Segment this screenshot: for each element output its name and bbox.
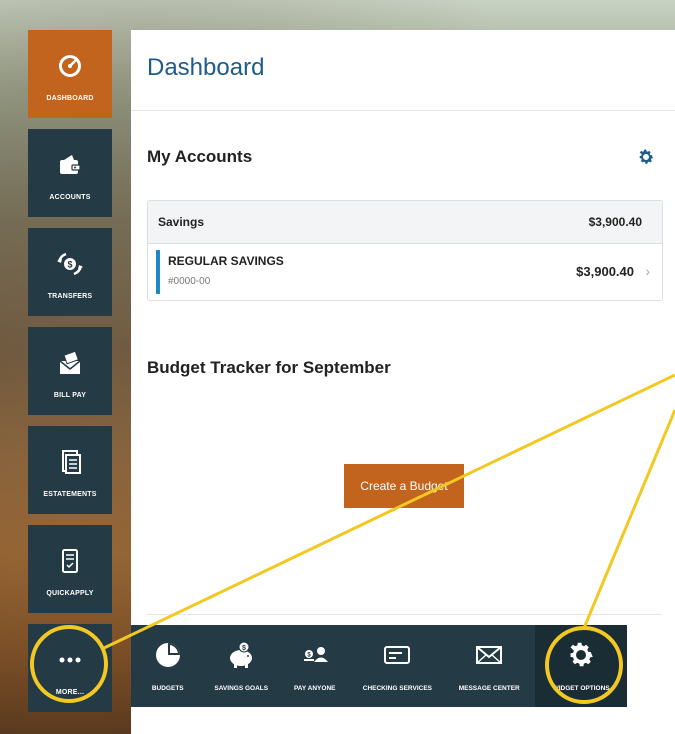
sidebar-item-quickapply[interactable]: QUICKAPPLY: [28, 525, 112, 613]
envelope-bill-icon: [56, 349, 84, 382]
toolbar-item-pay-anyone[interactable]: $ PAY ANYONE: [278, 625, 351, 707]
speedometer-icon: [56, 52, 84, 85]
check-card-icon: [382, 640, 412, 675]
accounts-table: Savings $3,900.40 REGULAR SAVINGS #0000-…: [147, 200, 663, 301]
toolbar-item-savings-goals[interactable]: $ SAVINGS GOALS: [204, 625, 277, 707]
toolbar-item-label: MESSAGE CENTER: [458, 685, 520, 692]
svg-text:$: $: [67, 260, 72, 270]
wallet-icon: [56, 151, 84, 184]
sidebar-item-label: ACCOUNTS: [49, 194, 91, 201]
account-number: #0000-00: [168, 276, 211, 287]
page-title: Dashboard: [147, 54, 265, 81]
budget-tracker-title: Budget Tracker for September: [147, 358, 391, 377]
sidebar-item-label: MORE...: [55, 689, 85, 696]
more-toolbar: BUDGETS $ SAVINGS GOALS $ PAY ANYONE CHE…: [131, 625, 628, 707]
toolbar-item-label: CHECKING SERVICES: [362, 685, 432, 692]
sidebar-item-label: BILL PAY: [53, 392, 87, 399]
toolbar-item-budgets[interactable]: BUDGETS: [131, 625, 204, 707]
page-header: Dashboard: [131, 30, 675, 111]
pie-chart-icon: [153, 640, 183, 675]
toolbar-item-widget-options[interactable]: WIDGET OPTIONS: [535, 625, 628, 707]
toolbar-item-checking-services[interactable]: CHECKING SERVICES: [351, 625, 443, 707]
sidebar-item-label: TRANSFERS: [47, 293, 93, 300]
mail-icon: [474, 640, 504, 675]
sidebar-item-transfers[interactable]: $ TRANSFERS: [28, 228, 112, 316]
tablet-check-icon: [56, 547, 84, 580]
account-balance: $3,900.40: [576, 264, 634, 279]
sidebar-item-more[interactable]: MORE...: [28, 624, 112, 712]
toolbar-item-label: WIDGET OPTIONS: [552, 685, 610, 692]
sidebar-item-dashboard[interactable]: DASHBOARD: [28, 30, 112, 118]
sidebar-item-label: DASHBOARD: [46, 95, 94, 102]
document-icon: [56, 448, 84, 481]
create-budget-button[interactable]: Create a Budget: [344, 464, 464, 508]
chevron-right-icon: ›: [645, 263, 650, 279]
toolbar-item-label: SAVINGS GOALS: [214, 685, 269, 692]
pay-person-icon: $: [300, 640, 330, 675]
piggy-bank-icon: $: [226, 640, 256, 675]
account-name: REGULAR SAVINGS: [168, 254, 284, 268]
gear-icon: [566, 640, 596, 675]
account-group-header[interactable]: Savings $3,900.40: [148, 201, 662, 244]
sidebar: DASHBOARD ACCOUNTS $ TRANSFERS BILL PAY …: [0, 0, 140, 734]
more-dots-icon: [56, 646, 84, 679]
sidebar-item-label: ESTATEMENTS: [43, 491, 97, 498]
divider: [147, 614, 661, 615]
account-group-total: $3,900.40: [588, 215, 642, 229]
sidebar-item-label: QUICKAPPLY: [46, 590, 94, 597]
account-row[interactable]: REGULAR SAVINGS #0000-00 $3,900.40 ›: [148, 244, 662, 300]
transfer-icon: $: [56, 250, 84, 283]
sidebar-item-estatements[interactable]: ESTATEMENTS: [28, 426, 112, 514]
sidebar-item-bill-pay[interactable]: BILL PAY: [28, 327, 112, 415]
account-group-name: Savings: [158, 215, 205, 229]
toolbar-item-message-center[interactable]: MESSAGE CENTER: [443, 625, 535, 707]
svg-text:$: $: [242, 645, 246, 652]
toolbar-item-label: BUDGETS: [151, 685, 184, 692]
my-accounts-title: My Accounts: [147, 147, 253, 166]
sidebar-item-accounts[interactable]: ACCOUNTS: [28, 129, 112, 217]
toolbar-item-label: PAY ANYONE: [293, 685, 336, 692]
account-color-bar: [156, 250, 160, 294]
gear-icon[interactable]: [637, 148, 655, 166]
